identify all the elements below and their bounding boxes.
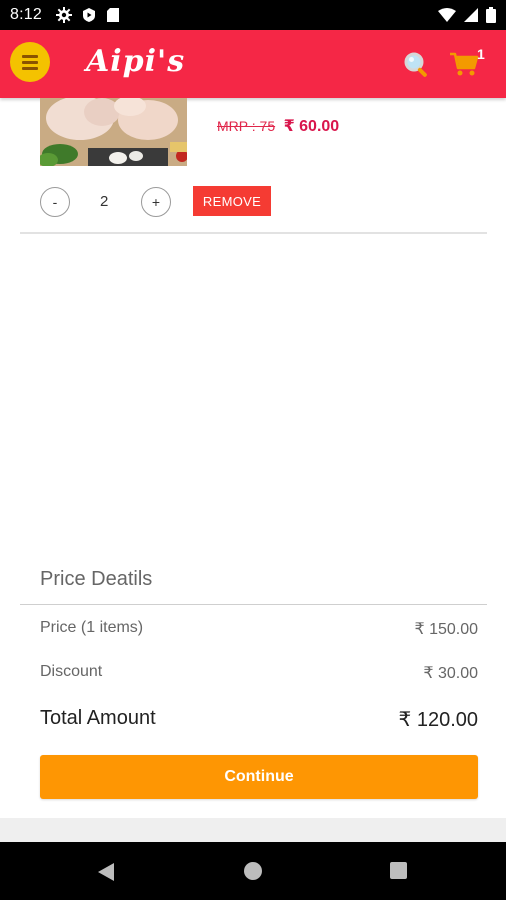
bottom-spacer [0, 818, 506, 842]
total-amount-label: Total Amount [40, 707, 156, 729]
play-protect-icon [82, 8, 95, 22]
wifi-icon [438, 8, 456, 22]
sd-card-icon [106, 8, 119, 22]
app-bar: Aipi's 1 [0, 30, 506, 98]
settings-gear-icon [55, 7, 72, 23]
item-mrp: MRP : 75 [217, 118, 276, 134]
status-bar: 8:12 [0, 0, 506, 30]
back-icon[interactable] [97, 862, 115, 882]
decrease-quantity-button[interactable]: - [40, 187, 70, 217]
increase-quantity-button[interactable]: + [141, 187, 171, 217]
cart-count-badge: 1 [477, 46, 485, 62]
system-nav-bar [0, 842, 506, 900]
signal-icon [464, 8, 478, 22]
price-value: ₹ 150.00 [414, 621, 478, 638]
menu-button[interactable] [10, 42, 50, 82]
price-label: Price (1 items) [40, 619, 144, 636]
discount-label: Discount [40, 663, 103, 680]
continue-button[interactable]: Continue [40, 755, 478, 799]
app-logo: Aipi's [86, 44, 186, 79]
product-image[interactable] [40, 98, 187, 166]
status-system-icons [438, 7, 496, 23]
menu-icon-bar [22, 60, 38, 64]
discount-value: ₹ 30.00 [423, 665, 478, 682]
menu-icon-bar [22, 66, 38, 70]
item-sale-price: ₹ 60.00 [283, 118, 340, 135]
search-icon[interactable] [402, 50, 432, 80]
item-price-row: MRP : 75 ₹ 60.00 [217, 116, 339, 136]
status-notification-icons [55, 7, 120, 23]
price-details-title: Price Deatils [40, 568, 153, 590]
menu-icon-bar [22, 54, 38, 58]
home-icon[interactable] [244, 862, 262, 880]
remove-item-button[interactable]: REMOVE [193, 186, 271, 216]
price-details-divider [20, 604, 487, 605]
cart-icon[interactable] [448, 48, 480, 80]
status-time: 8:12 [10, 6, 42, 23]
battery-icon [486, 7, 496, 23]
item-divider [20, 232, 487, 234]
total-amount-value: ₹ 120.00 [398, 709, 478, 731]
quantity-value: 2 [100, 193, 109, 210]
recent-apps-icon[interactable] [390, 862, 407, 879]
